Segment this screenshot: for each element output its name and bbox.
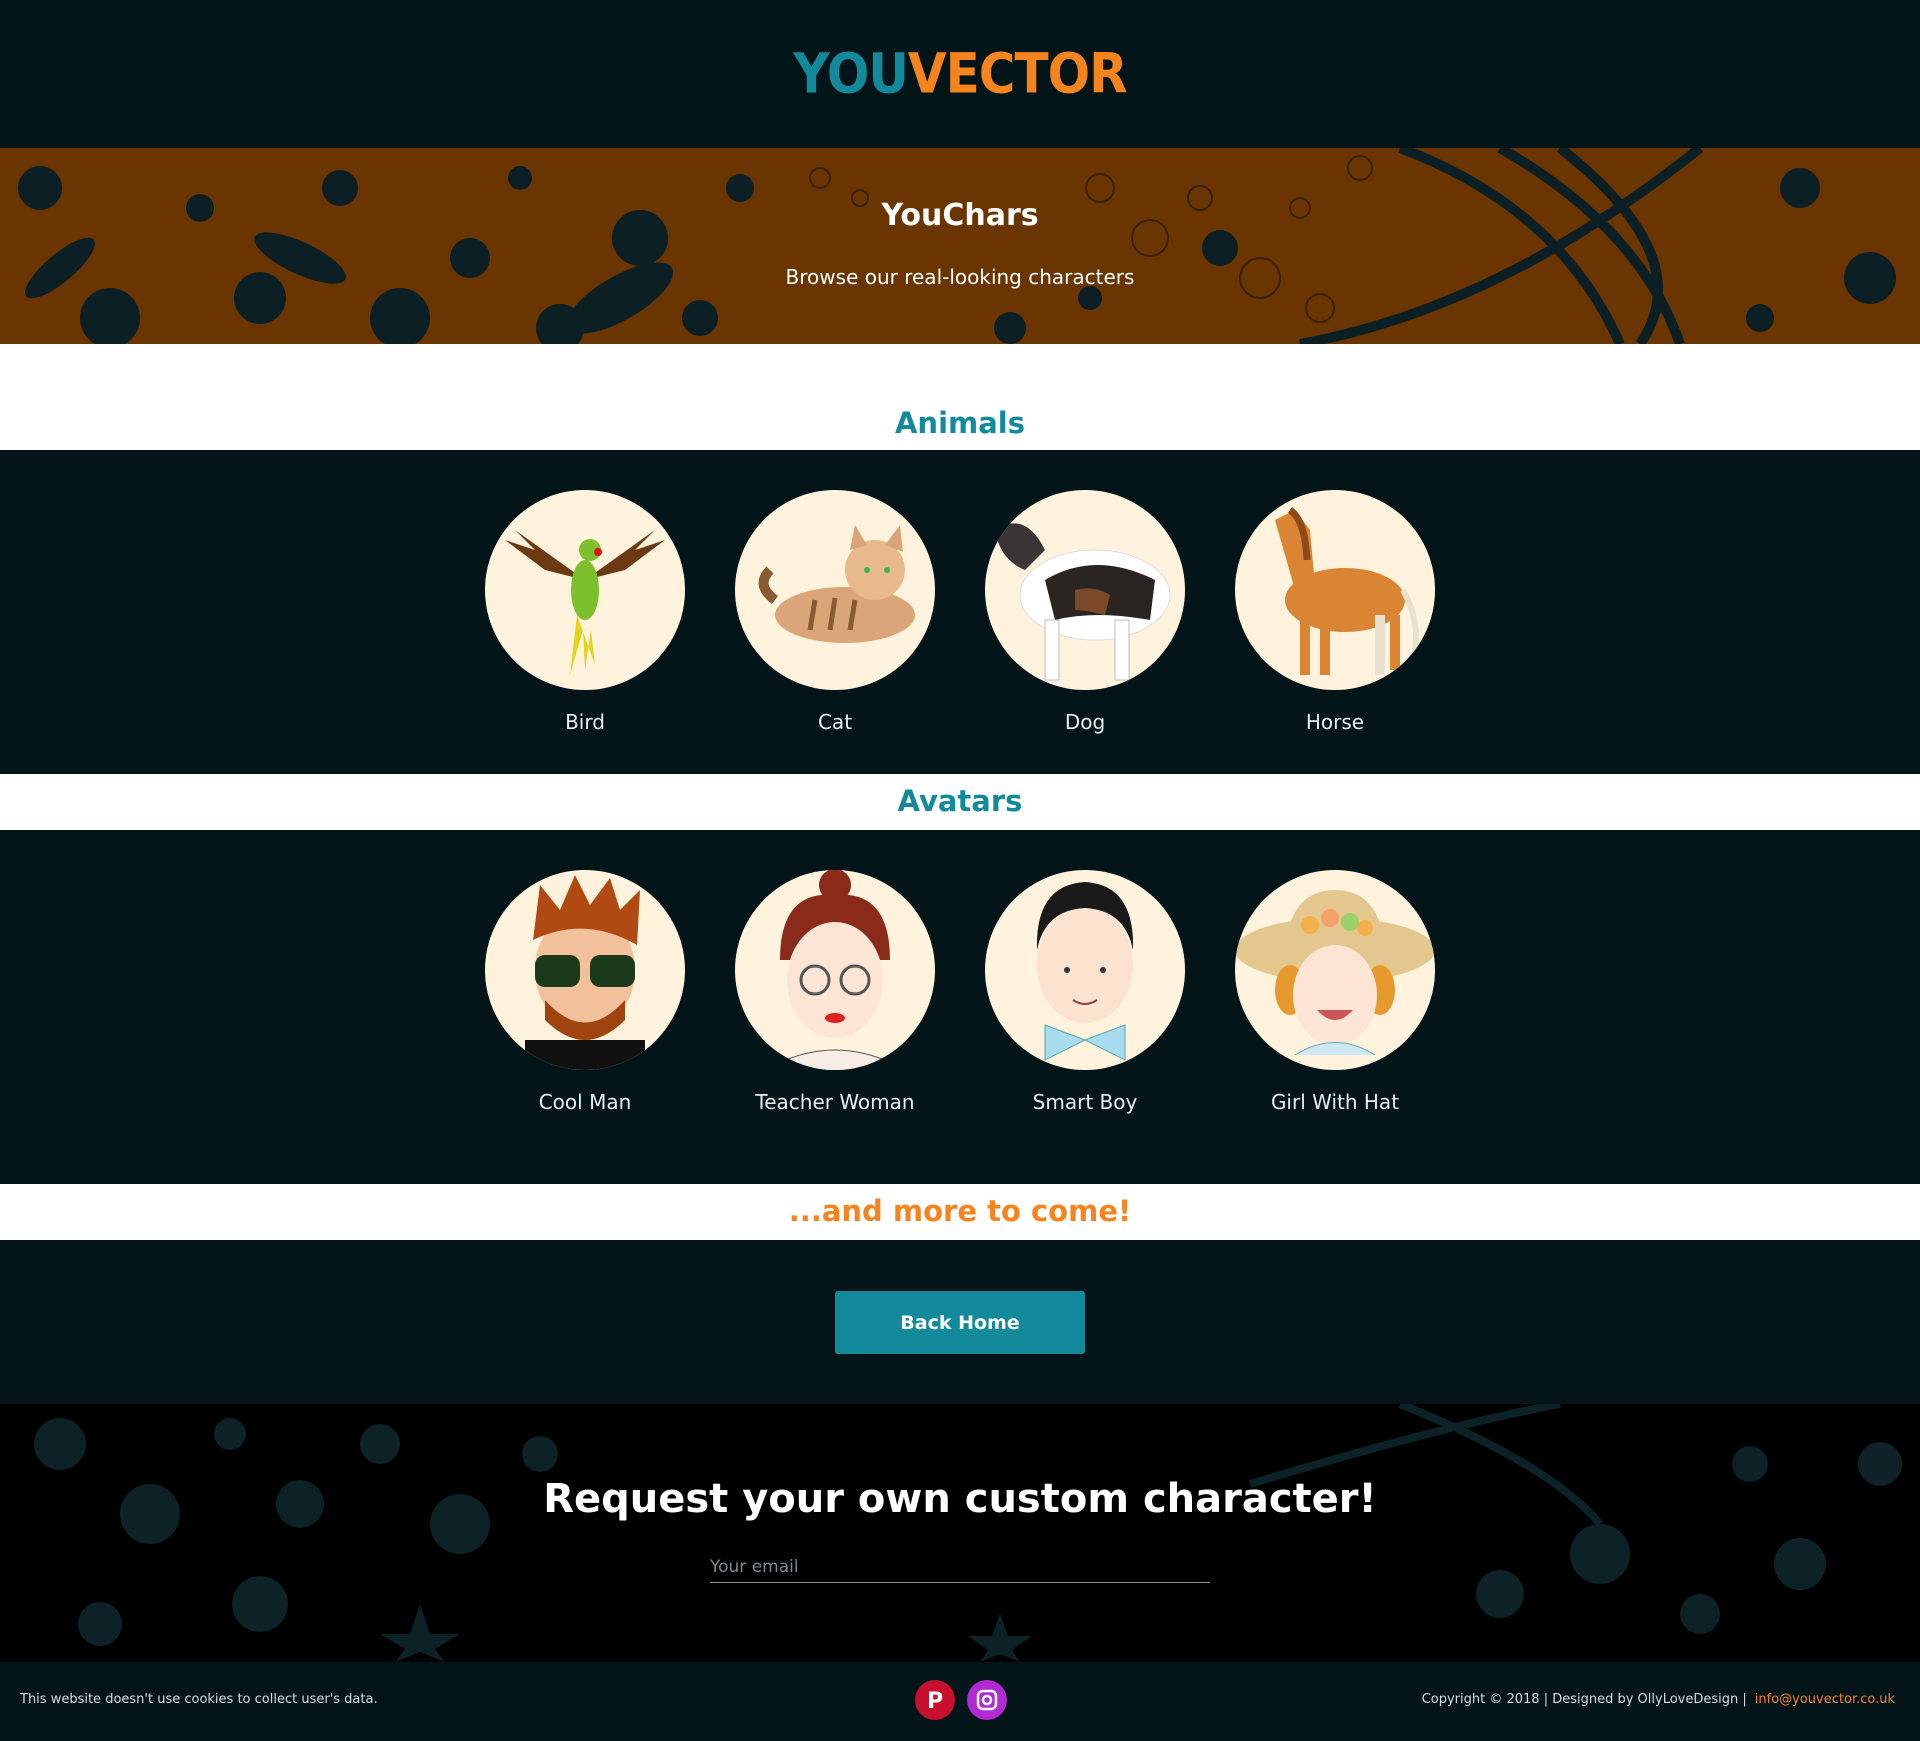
- avatar-label: Cool Man: [538, 1090, 632, 1114]
- page-subtitle: Browse our real-looking characters: [785, 265, 1135, 289]
- avatar-card-girl-with-hat[interactable]: Girl With Hat: [1235, 870, 1435, 1114]
- logo-vector: VECTOR: [907, 42, 1128, 106]
- avatars-title: Avatars: [897, 784, 1023, 818]
- animals-title-band: Animals: [0, 344, 1920, 450]
- more-band: ...and more to come!: [0, 1184, 1920, 1240]
- pinterest-icon[interactable]: P: [915, 1680, 955, 1720]
- copyright-text: Copyright © 2018 | Designed by OllyLoveD…: [1421, 1692, 1747, 1707]
- bird-icon[interactable]: [485, 490, 685, 690]
- animal-label: Bird: [565, 710, 605, 734]
- footer-right: Copyright © 2018 | Designed by OllyLoveD…: [1422, 1692, 1895, 1707]
- cookie-notice: This website doesn't use cookies to coll…: [20, 1692, 378, 1707]
- brand-logo[interactable]: YOUVECTOR: [793, 42, 1128, 106]
- animals-title: Animals: [894, 406, 1026, 440]
- avatar-card-cool-man[interactable]: Cool Man: [485, 870, 685, 1114]
- animal-card-horse[interactable]: Horse: [1235, 490, 1435, 734]
- site-header: YOUVECTOR: [0, 0, 1920, 148]
- more-to-come-text: ...and more to come!: [788, 1194, 1132, 1228]
- animals-grid: Bird Cat Dog Horse: [485, 490, 1435, 734]
- request-section: Request your own custom character!: [0, 1404, 1920, 1662]
- back-home-button[interactable]: Back Home: [835, 1291, 1085, 1354]
- girl-with-hat-avatar[interactable]: [1235, 870, 1435, 1070]
- animal-card-bird[interactable]: Bird: [485, 490, 685, 734]
- animal-card-dog[interactable]: Dog: [985, 490, 1185, 734]
- avatars-section: Cool Man Teacher Woman Smart Boy Girl Wi…: [0, 830, 1920, 1184]
- teacher-woman-avatar[interactable]: [735, 870, 935, 1070]
- horse-icon[interactable]: [1235, 490, 1435, 690]
- animal-label: Horse: [1305, 710, 1365, 734]
- hero-pattern: [18, 148, 1896, 344]
- cool-man-avatar[interactable]: [485, 870, 685, 1070]
- svg-text:P: P: [927, 1689, 943, 1713]
- dog-icon[interactable]: [985, 490, 1185, 690]
- site-footer: This website doesn't use cookies to coll…: [0, 1662, 1920, 1741]
- avatar-card-teacher-woman[interactable]: Teacher Woman: [735, 870, 935, 1114]
- smart-boy-avatar[interactable]: [985, 870, 1185, 1070]
- avatar-label: Smart Boy: [1032, 1090, 1138, 1114]
- request-title: Request your own custom character!: [543, 1476, 1377, 1522]
- avatar-card-smart-boy[interactable]: Smart Boy: [985, 870, 1185, 1114]
- animal-label: Dog: [1064, 710, 1106, 734]
- page-title: YouChars: [881, 198, 1039, 233]
- avatars-grid: Cool Man Teacher Woman Smart Boy Girl Wi…: [485, 870, 1435, 1114]
- avatar-label: Girl With Hat: [1270, 1090, 1400, 1114]
- hero-banner: YouChars Browse our real-looking charact…: [0, 148, 1920, 344]
- request-pattern: [34, 1404, 1902, 1662]
- animal-card-cat[interactable]: Cat: [735, 490, 935, 734]
- logo-you: YOU: [793, 42, 909, 106]
- cat-icon[interactable]: [735, 490, 935, 690]
- instagram-icon[interactable]: [967, 1680, 1007, 1720]
- contact-email-link[interactable]: info@youvector.co.uk: [1755, 1692, 1895, 1707]
- animals-section: Bird Cat Dog Horse: [0, 450, 1920, 774]
- avatars-title-band: Avatars: [0, 774, 1920, 830]
- animal-label: Cat: [817, 710, 853, 734]
- avatar-label: Teacher Woman: [755, 1090, 915, 1114]
- email-field[interactable]: [710, 1552, 1210, 1583]
